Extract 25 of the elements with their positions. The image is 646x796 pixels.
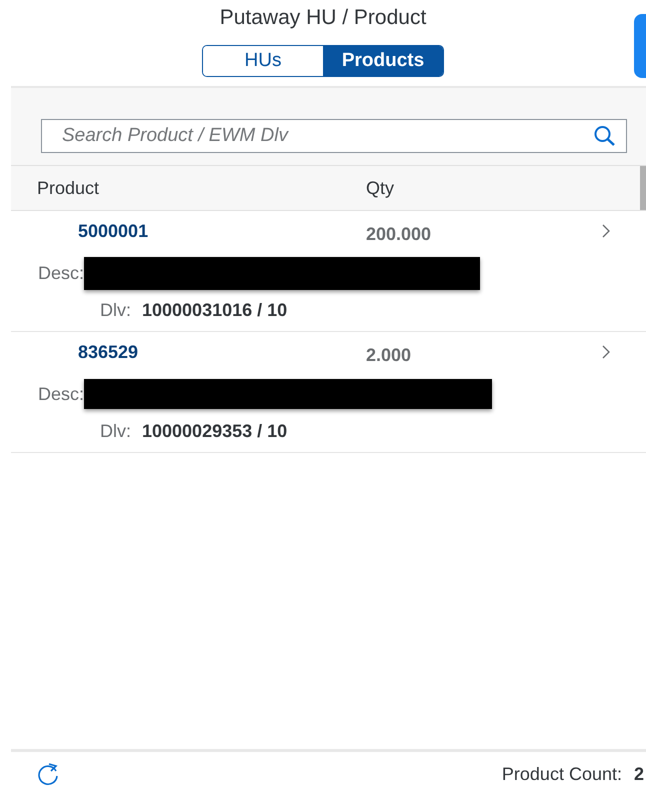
column-header: Product [37, 178, 100, 198]
side-button[interactable] [634, 14, 646, 78]
scrollbar[interactable] [640, 166, 646, 210]
column-header: Qty [366, 178, 394, 198]
quantity: 200.000 [366, 224, 432, 244]
product-count: 2 [634, 764, 644, 784]
refresh-icon[interactable] [35, 762, 61, 786]
product-count-label: Product Count: [502, 764, 622, 784]
chevron-icon [602, 345, 611, 359]
quantity: 2.000 [366, 344, 412, 366]
product-number: 5000001 [78, 220, 150, 242]
delivery-number: 10000031016 / 10 [142, 300, 288, 320]
list-item[interactable]: 5000001 200.000 Desc: Dlv: 10000031016 / 10 [11, 211, 646, 332]
dlv-label: Dlv: [100, 300, 131, 320]
page-title: Putaway HU / Product [220, 6, 426, 30]
list-item[interactable]: 836529 2.000 Desc: Dlv: 10000029353 / 10 [11, 332, 646, 453]
delivery-number: 10000029353 / 10 [142, 420, 288, 442]
desc-label: Desc: [38, 262, 84, 284]
search-icon[interactable] [593, 125, 617, 147]
dlv-label: Dlv: [100, 420, 131, 442]
desc-label: Desc: [38, 384, 84, 404]
segment-tab[interactable]: Products [323, 46, 443, 76]
search-field[interactable]: Search Product / EWM Dlv [41, 119, 627, 153]
product-number: 836529 [78, 342, 140, 362]
chevron-icon [602, 224, 611, 238]
